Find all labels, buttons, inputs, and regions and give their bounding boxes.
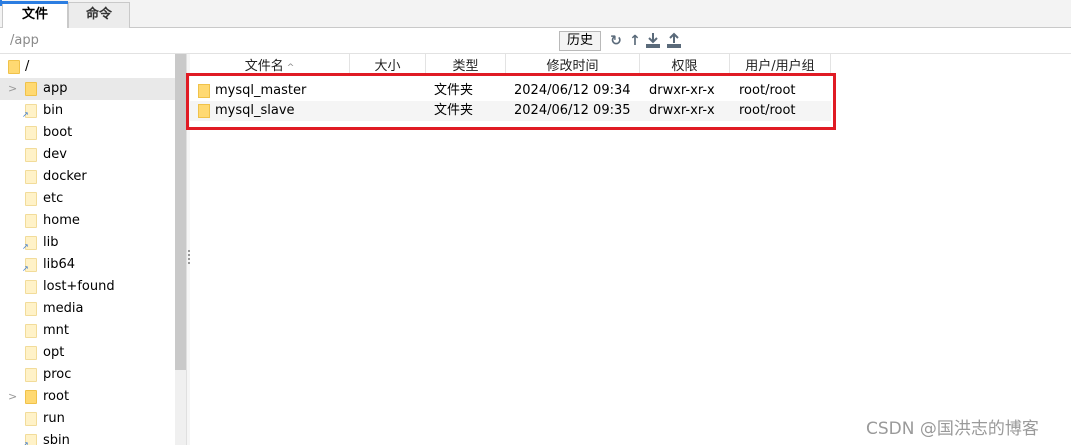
link-badge-icon: ↗ bbox=[22, 242, 29, 251]
path-toolbar: /app 历史 ↻ ↑ bbox=[0, 28, 1071, 54]
tree-item-label: root bbox=[43, 389, 70, 404]
sidebar-item-lib64[interactable]: ↗ lib64 bbox=[0, 254, 175, 276]
up-icon[interactable]: ↑ bbox=[627, 32, 643, 50]
watermark: CSDN @国洪志的博客 bbox=[866, 419, 1039, 439]
tab-files[interactable]: 文件 bbox=[2, 1, 68, 29]
sidebar-item-bin[interactable]: ↗ bin bbox=[0, 100, 175, 122]
tree-item-label: lib bbox=[43, 235, 59, 250]
tree-item-label: app bbox=[43, 81, 68, 96]
sidebar-item-boot[interactable]: boot bbox=[0, 122, 175, 144]
chevron-right-icon[interactable]: > bbox=[8, 386, 17, 408]
tree-item-label: etc bbox=[43, 191, 64, 206]
tree-item-label: mnt bbox=[43, 323, 69, 338]
sort-arrow-icon: ^ bbox=[286, 63, 295, 73]
tree-item-label: lib64 bbox=[43, 257, 76, 272]
folder-icon bbox=[25, 302, 37, 316]
sidebar-item-sbin[interactable]: ↗ sbin bbox=[0, 430, 175, 445]
tree-item-label: docker bbox=[43, 169, 87, 184]
scrollbar-thumb[interactable] bbox=[175, 54, 186, 370]
refresh-icon[interactable]: ↻ bbox=[608, 32, 624, 50]
folder-link-icon: ↗ bbox=[22, 434, 37, 445]
tree-item-label: proc bbox=[43, 367, 72, 382]
folder-icon bbox=[25, 346, 37, 360]
link-badge-icon: ↗ bbox=[22, 110, 29, 119]
folder-icon bbox=[25, 412, 37, 426]
sidebar-item-app[interactable]: > app bbox=[0, 78, 175, 100]
tab-bar: 文件 命令 bbox=[0, 0, 1071, 29]
tree-item-label: media bbox=[43, 301, 84, 316]
tree-item-label: dev bbox=[43, 147, 67, 162]
directory-tree: / > app ↗ bin boot dev docker etc home ↗ lib ↗ lib64… bbox=[0, 54, 176, 445]
sidebar-item-media[interactable]: media bbox=[0, 298, 175, 320]
tree-item-label: sbin bbox=[43, 433, 70, 445]
tree-item-label: lost+found bbox=[43, 279, 115, 294]
sidebar-item-lost-found[interactable]: lost+found bbox=[0, 276, 175, 298]
download-icon[interactable] bbox=[645, 32, 661, 50]
tree-item-label: boot bbox=[43, 125, 73, 140]
sidebar-item-mnt[interactable]: mnt bbox=[0, 320, 175, 342]
link-badge-icon: ↗ bbox=[22, 440, 29, 445]
tree-root[interactable]: / bbox=[0, 56, 175, 78]
folder-link-icon: ↗ bbox=[22, 258, 37, 273]
sidebar-item-docker[interactable]: docker bbox=[0, 166, 175, 188]
sidebar-item-etc[interactable]: etc bbox=[0, 188, 175, 210]
tree-scrollbar[interactable] bbox=[175, 54, 186, 445]
sidebar-item-dev[interactable]: dev bbox=[0, 144, 175, 166]
chevron-right-icon[interactable]: > bbox=[8, 78, 17, 100]
folder-link-icon: ↗ bbox=[22, 104, 37, 119]
folder-icon bbox=[25, 82, 37, 96]
folder-icon bbox=[25, 390, 37, 404]
folder-icon bbox=[25, 280, 37, 294]
sidebar-item-run[interactable]: run bbox=[0, 408, 175, 430]
tree-item-label: run bbox=[43, 411, 65, 426]
history-button[interactable]: 历史 bbox=[559, 31, 601, 51]
folder-icon bbox=[25, 126, 37, 140]
sidebar-item-home[interactable]: home bbox=[0, 210, 175, 232]
folder-icon bbox=[25, 170, 37, 184]
sidebar-item-opt[interactable]: opt bbox=[0, 342, 175, 364]
folder-icon bbox=[25, 148, 37, 162]
tree-item-label: opt bbox=[43, 345, 65, 360]
highlight-box bbox=[186, 73, 836, 130]
folder-icon bbox=[25, 192, 37, 206]
link-badge-icon: ↗ bbox=[22, 264, 29, 273]
sidebar-item-root[interactable]: > root bbox=[0, 386, 175, 408]
tree-item-label: home bbox=[43, 213, 80, 228]
sidebar-item-proc[interactable]: proc bbox=[0, 364, 175, 386]
tab-commands[interactable]: 命令 bbox=[68, 2, 130, 28]
sidebar-item-lib[interactable]: ↗ lib bbox=[0, 232, 175, 254]
tree-item-label: bin bbox=[43, 103, 64, 118]
folder-icon bbox=[25, 368, 37, 382]
folder-icon bbox=[8, 60, 20, 74]
folder-link-icon: ↗ bbox=[22, 236, 37, 251]
upload-icon[interactable] bbox=[666, 32, 682, 50]
folder-icon bbox=[25, 214, 37, 228]
folder-icon bbox=[25, 324, 37, 338]
tree-item-label: / bbox=[25, 59, 30, 74]
path-input[interactable]: /app bbox=[4, 31, 552, 51]
